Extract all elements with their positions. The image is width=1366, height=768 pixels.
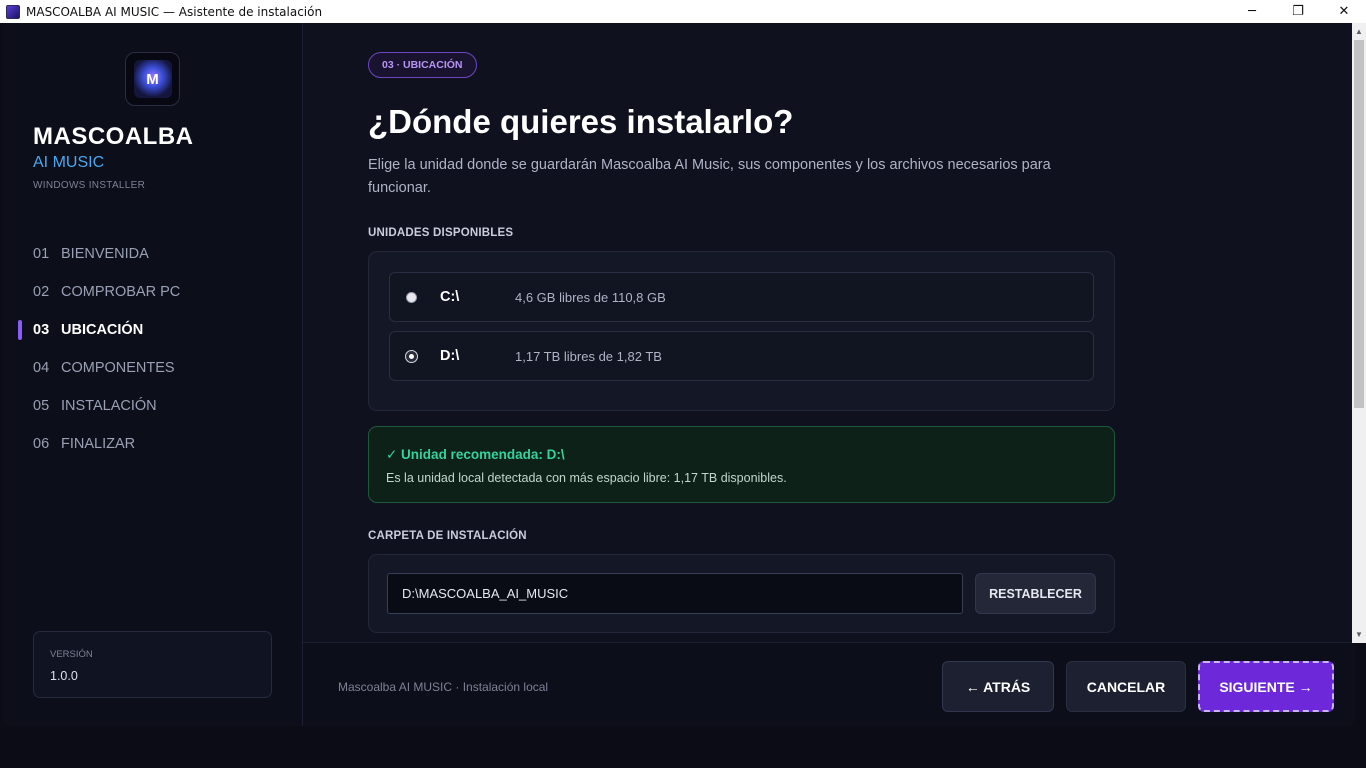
nav-item-label: BIENVENIDA [61,246,149,262]
nav-item-componentes[interactable]: 04 COMPONENTES [3,349,303,387]
nav-item-label: COMPONENTES [61,360,175,376]
recommendation-text: Es la unidad local detectada con más esp… [386,471,787,485]
brand-subtitle: AI MUSIC [33,154,105,171]
scroll-up-arrow-icon[interactable]: ▲ [1352,23,1366,40]
drive-option-c[interactable]: C:\ 4,6 GB libres de 110,8 GB [389,272,1094,322]
drive-letter: D:\ [440,348,460,364]
scroll-thumb[interactable] [1354,40,1364,408]
step-nav: 01 BIENVENIDA 02 COMPROBAR PC 03 UBICACI… [3,235,303,463]
footer-bar: Mascoalba AI MUSIC · Instalación local ←… [303,642,1355,726]
close-button[interactable]: ✕ [1321,0,1366,23]
brand-name: MASCOALBA [33,123,194,150]
nav-item-number: 03 [33,322,50,338]
drive-letter: C:\ [440,289,460,305]
cancel-button[interactable]: CANCELAR [1066,661,1186,712]
nav-item-label: INSTALACIÓN [61,398,157,414]
app-icon [6,4,20,19]
install-path-input[interactable] [387,573,963,614]
drive-c-radio[interactable] [406,292,417,303]
drive-space-info: 4,6 GB libres de 110,8 GB [515,289,666,305]
next-button[interactable]: SIGUIENTE → [1198,661,1334,712]
nav-item-comprobar-pc[interactable]: 02 COMPROBAR PC [3,273,303,311]
folder-panel: RESTABLECER [368,554,1115,633]
logo-mark: M [133,60,172,98]
main-content: 03 · UBICACIÓN ¿Dónde quieres instalarlo… [303,23,1355,641]
nav-item-number: 01 [33,246,50,262]
nav-item-number: 06 [33,436,50,452]
nav-item-label: FINALIZAR [61,436,136,452]
drives-panel: C:\ 4,6 GB libres de 110,8 GB D:\ 1,17 T… [368,251,1115,411]
installer-window: M MASCOALBA AI MUSIC WINDOWS INSTALLER 0… [3,23,1355,726]
page-title: ¿Dónde quieres instalarlo? [368,103,794,140]
version-value: 1.0.0 [50,669,78,683]
back-button[interactable]: ← ATRÁS [942,661,1054,712]
nav-item-label: UBICACIÓN [61,322,144,338]
recommendation-title: ✓ Unidad recomendada: D:\ [386,447,565,462]
nav-item-number: 04 [33,360,50,376]
folder-section-label: CARPETA DE INSTALACIÓN [368,530,527,542]
drive-option-d[interactable]: D:\ 1,17 TB libres de 1,82 TB [389,331,1094,381]
version-label: VERSIÓN [50,649,93,660]
scroll-down-arrow-icon[interactable]: ▼ [1352,626,1366,643]
drive-space-info: 1,17 TB libres de 1,82 TB [515,348,662,364]
nav-item-number: 02 [33,284,50,300]
app-logo: M [125,52,180,106]
nav-item-number: 05 [33,398,50,414]
step-badge: 03 · UBICACIÓN [368,52,477,78]
version-card: VERSIÓN 1.0.0 [33,631,272,698]
page-description: Elige la unidad donde se guardarán Masco… [368,157,1051,196]
footer-caption: Mascoalba AI MUSIC · Instalación local [338,680,549,694]
minimize-button[interactable]: ─ [1229,0,1275,23]
maximize-button[interactable]: ❐ [1275,0,1321,23]
window-title: MASCOALBA AI MUSIC — Asistente de instal… [26,4,323,19]
title-bar: MASCOALBA AI MUSIC — Asistente de instal… [0,0,1366,23]
recommendation-box: ✓ Unidad recomendada: D:\ Es la unidad l… [368,426,1115,503]
brand-tagline: WINDOWS INSTALLER [33,180,146,191]
reset-path-button[interactable]: RESTABLECER [975,573,1096,614]
vertical-scrollbar[interactable]: ▲ ▼ [1352,23,1366,643]
drive-d-radio[interactable] [406,351,417,362]
nav-item-ubicacion[interactable]: 03 UBICACIÓN [3,311,303,349]
nav-item-finalizar[interactable]: 06 FINALIZAR [3,425,303,463]
sidebar: M MASCOALBA AI MUSIC WINDOWS INSTALLER 0… [3,23,303,726]
nav-item-bienvenida[interactable]: 01 BIENVENIDA [3,235,303,273]
drives-section-label: UNIDADES DISPONIBLES [368,227,514,239]
bottom-strip [0,726,1366,768]
nav-item-label: COMPROBAR PC [61,284,181,300]
nav-item-instalacion[interactable]: 05 INSTALACIÓN [3,387,303,425]
